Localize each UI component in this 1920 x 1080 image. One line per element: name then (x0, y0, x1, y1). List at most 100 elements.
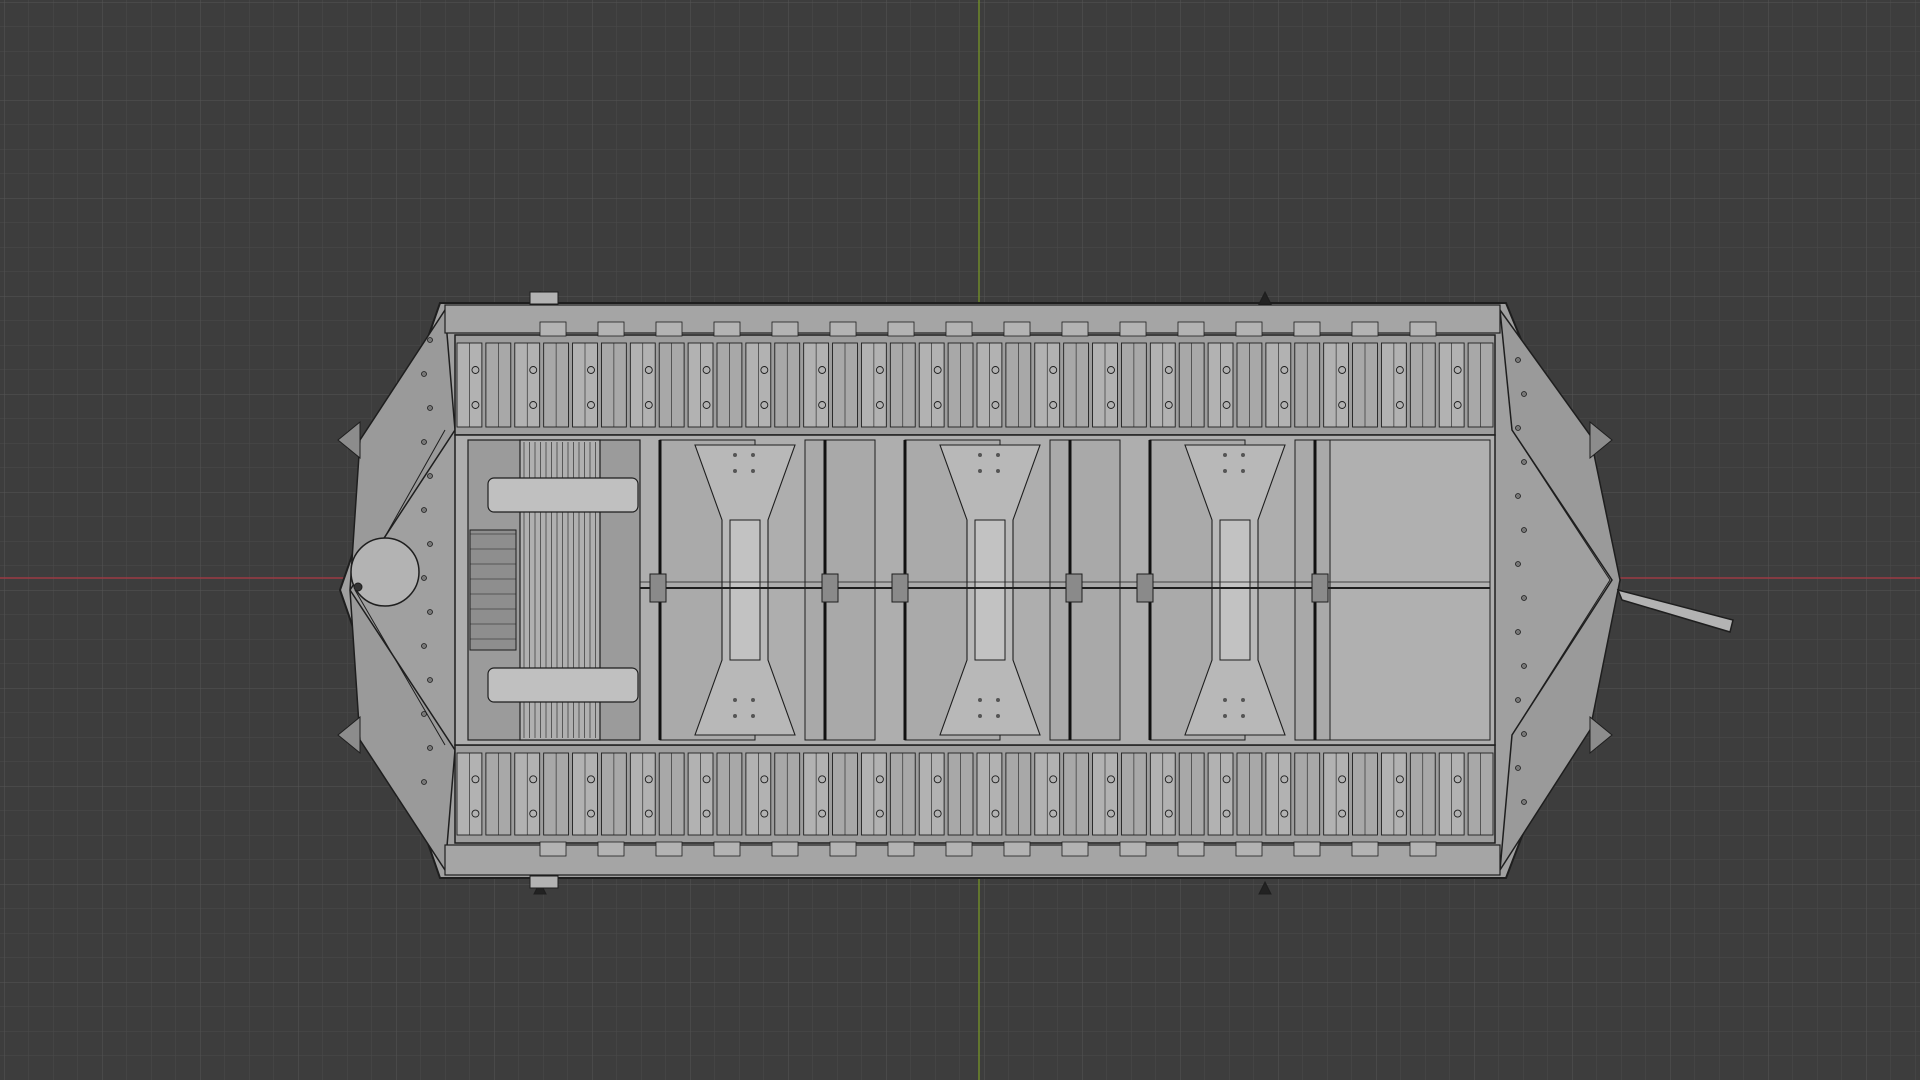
rear-rivet (421, 779, 427, 785)
rear-handle-top (529, 291, 559, 305)
front-rivet (1521, 731, 1527, 737)
3d-viewport[interactable] (0, 0, 1920, 1080)
upper-rail-block (713, 321, 741, 337)
engine-lower-bracket (487, 667, 639, 703)
shaft-coupling (1311, 573, 1329, 603)
rear-rivet (427, 745, 433, 751)
deck-bolt (751, 469, 755, 473)
deck-bolt (996, 469, 1000, 473)
lower-rail-block (887, 841, 915, 857)
shaft-coupling (649, 573, 667, 603)
viewport-canvas[interactable] (0, 0, 1920, 1080)
upper-rail-block (1409, 321, 1437, 337)
deck-bolt (978, 453, 982, 457)
shaft-coupling (891, 573, 909, 603)
upper-rail-block (1177, 321, 1205, 337)
upper-rail-block (539, 321, 567, 337)
lower-rail-block (1409, 841, 1437, 857)
front-deck-plate (1329, 439, 1491, 741)
rear-rivet (421, 507, 427, 513)
deck-side-plate (804, 439, 876, 741)
front-rivet (1515, 357, 1521, 363)
deck-bolt (1241, 714, 1245, 718)
upper-rail-block (887, 321, 915, 337)
deck-center-slot (729, 519, 761, 661)
front-rivet (1515, 765, 1521, 771)
rear-rivet (421, 371, 427, 377)
deck-bolt (733, 453, 737, 457)
rear-rivet (421, 711, 427, 717)
front-rivet (1521, 663, 1527, 669)
rear-rivet (421, 575, 427, 581)
deck-center-slot (1219, 519, 1251, 661)
deck-bolt (733, 698, 737, 702)
lower-rail-block (539, 841, 567, 857)
upper-rail-block (1351, 321, 1379, 337)
deck-bolt (733, 469, 737, 473)
deck-bolt (1241, 469, 1245, 473)
deck-center-slot (974, 519, 1006, 661)
lower-rail-block (597, 841, 625, 857)
deck-bolt (1223, 469, 1227, 473)
deck-bolt (996, 698, 1000, 702)
tank-hull-mesh[interactable] (337, 290, 1734, 895)
rear-hatch (350, 537, 420, 607)
deck-bolt (751, 453, 755, 457)
rear-hatch-bolt (353, 582, 363, 592)
upper-rail-block (597, 321, 625, 337)
deck-bolt (733, 714, 737, 718)
upper-rail-block (1061, 321, 1089, 337)
rear-handle-bottom (529, 875, 559, 889)
rear-rivet (427, 541, 433, 547)
rear-rivet (421, 439, 427, 445)
front-rivet (1515, 629, 1521, 635)
shaft-coupling (821, 573, 839, 603)
rear-rivet (427, 677, 433, 683)
front-rivet (1521, 391, 1527, 397)
rear-rivet (421, 643, 427, 649)
shaft-coupling (1065, 573, 1083, 603)
deck-bolt (751, 714, 755, 718)
lower-rail-block (829, 841, 857, 857)
deck-bolt (1223, 714, 1227, 718)
engine-gearbox (469, 529, 517, 651)
engine-upper-bracket (487, 477, 639, 513)
upper-rail-block (771, 321, 799, 337)
lower-rail-block (1119, 841, 1147, 857)
deck-bolt (1241, 453, 1245, 457)
upper-rail-block (655, 321, 683, 337)
upper-rail-block (1293, 321, 1321, 337)
lower-rail-block (945, 841, 973, 857)
front-rivet (1521, 799, 1527, 805)
deck-bolt (978, 714, 982, 718)
deck-bolt (1241, 698, 1245, 702)
upper-rail-block (829, 321, 857, 337)
lower-rail-block (713, 841, 741, 857)
upper-rail-block (1235, 321, 1263, 337)
rear-rivet (427, 405, 433, 411)
deck-side-plate (1049, 439, 1121, 741)
deck-bolt (996, 453, 1000, 457)
deck-bolt (1223, 698, 1227, 702)
deck-bolt (996, 714, 1000, 718)
front-rivet (1515, 561, 1521, 567)
lower-rail-block (1177, 841, 1205, 857)
deck-bolt (978, 469, 982, 473)
lower-rail-block (1235, 841, 1263, 857)
deck-bolt (751, 698, 755, 702)
lower-rail-block (1061, 841, 1089, 857)
rear-rivet (427, 609, 433, 615)
front-rivet (1515, 697, 1521, 703)
lower-rail-block (1003, 841, 1031, 857)
lower-rail-block (771, 841, 799, 857)
front-rivet (1515, 425, 1521, 431)
front-rivet (1521, 459, 1527, 465)
rear-rivet (427, 337, 433, 343)
front-rivet (1521, 595, 1527, 601)
shaft-coupling (1136, 573, 1154, 603)
upper-rail-block (1119, 321, 1147, 337)
front-rivet (1521, 527, 1527, 533)
lower-rail-block (1293, 841, 1321, 857)
front-rivet (1515, 493, 1521, 499)
rear-rivet (427, 473, 433, 479)
